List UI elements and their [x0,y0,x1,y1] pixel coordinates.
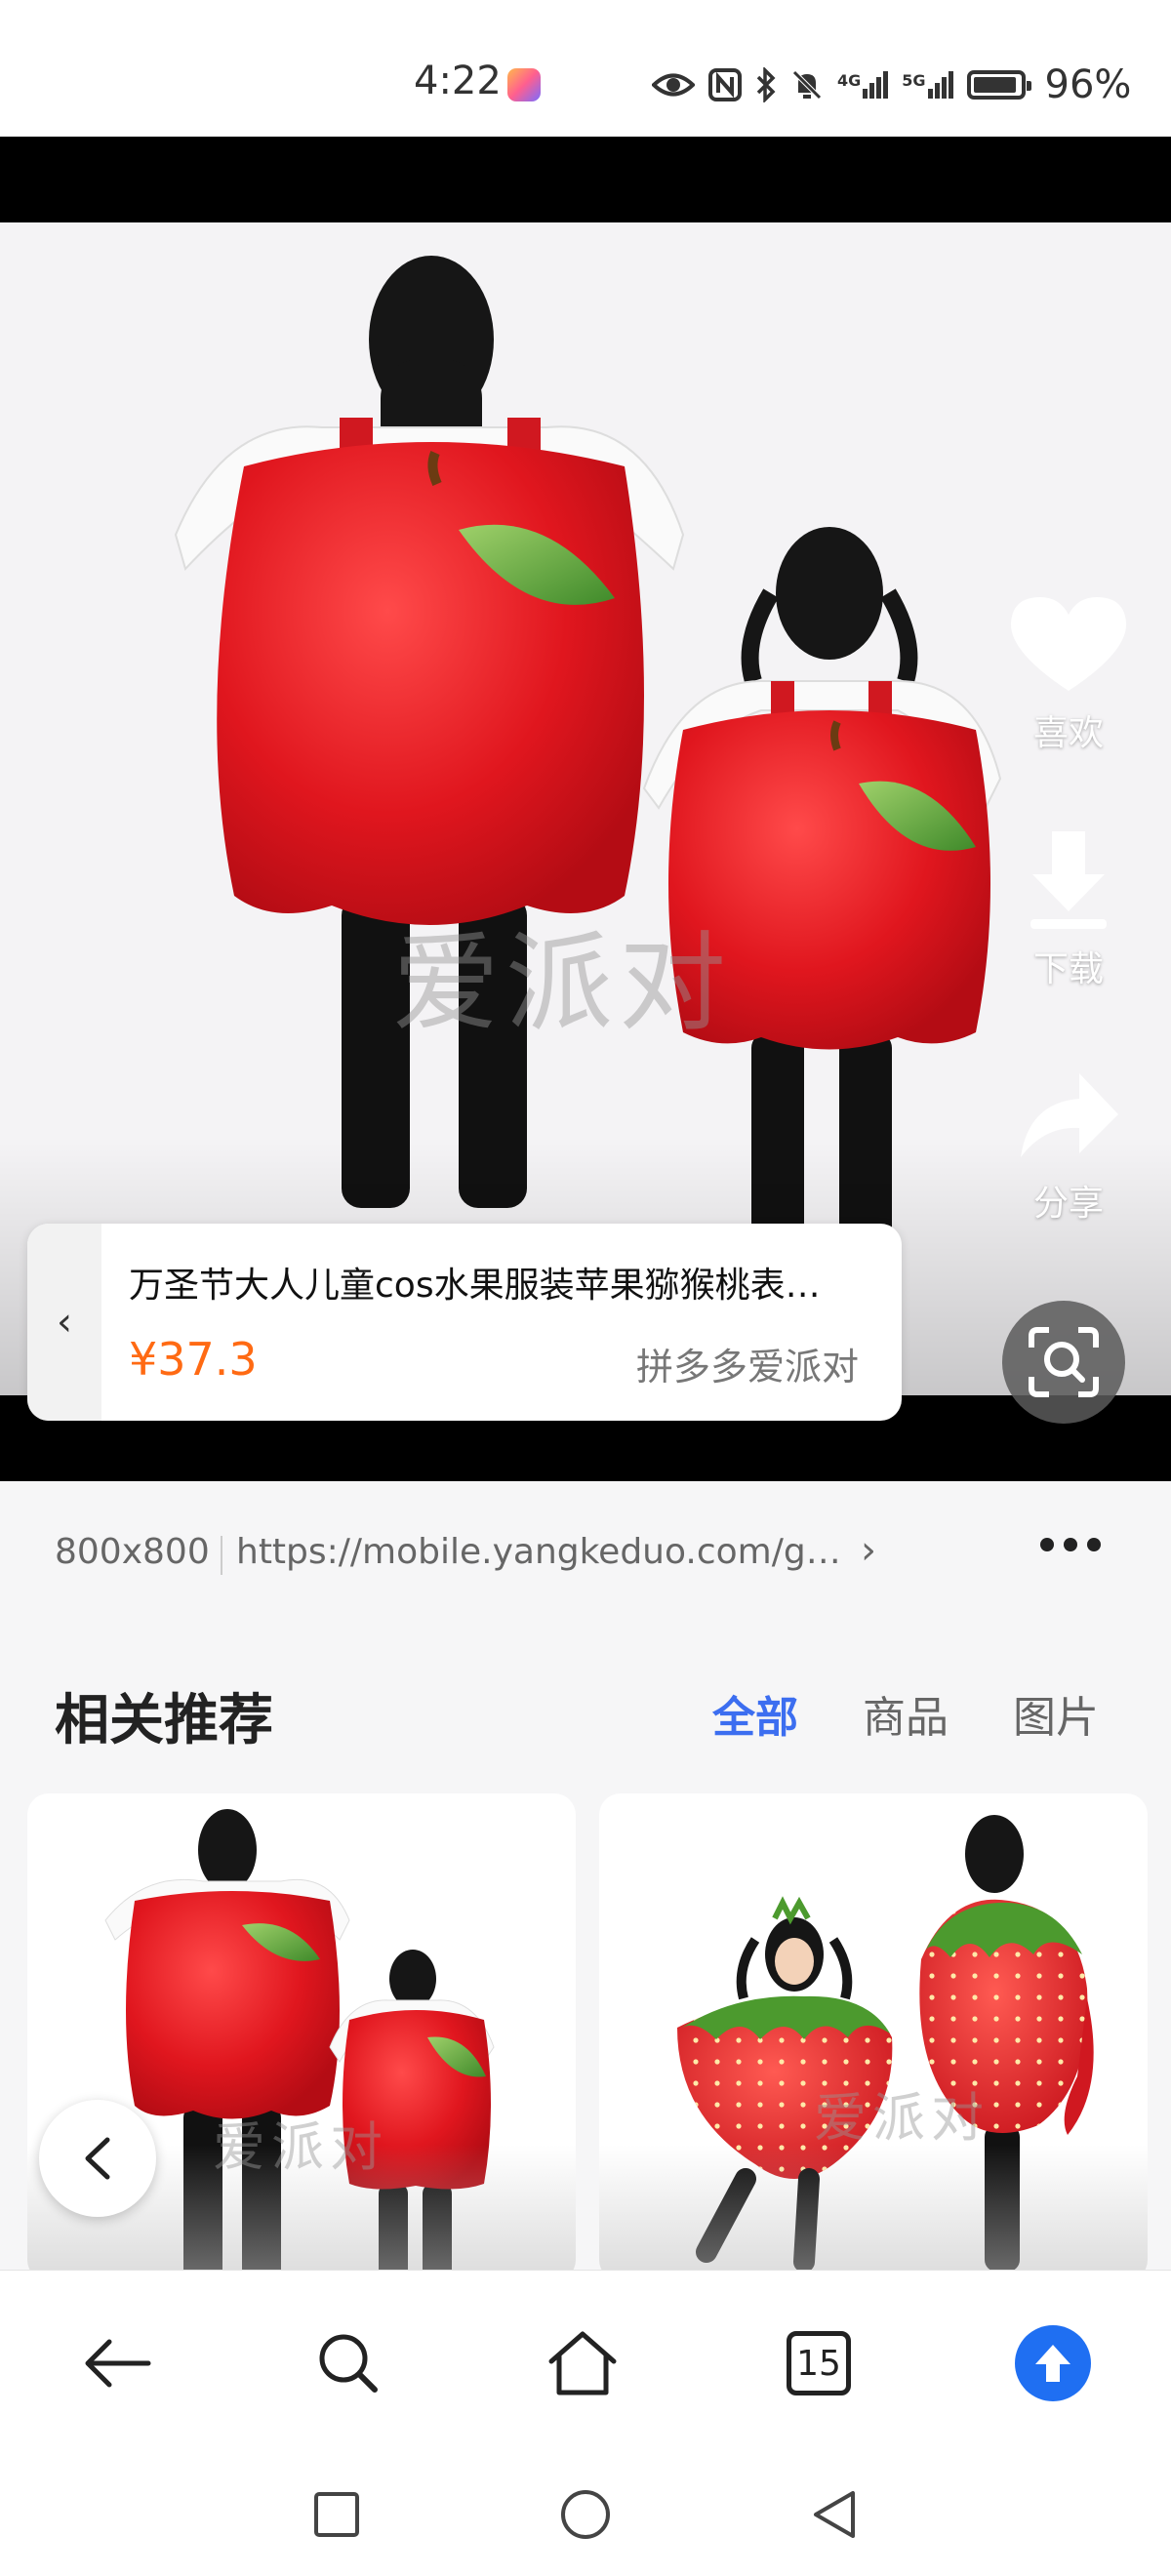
network-5g-label: 5G [902,71,926,90]
bluetooth-icon [756,67,776,102]
browser-toolbar: 15 [0,2270,1171,2451]
download-icon [1030,831,1107,929]
source-url-link[interactable]: https://mobile.yangkeduo.com/goods.html [236,1532,851,1572]
product-image[interactable]: 爱派对 喜欢 下载 分享 [0,222,1171,1395]
share-icon [1021,1073,1118,1157]
battery-percent: 96% [1044,62,1132,107]
download-button[interactable]: 下载 [1005,827,1132,991]
product-card-collapse[interactable]: ‹ [27,1224,101,1421]
letterbox-top [0,137,1171,222]
status-bar: 4:22 4G 5G 96% [0,0,1171,137]
product-shop: 拼多多爱派对 [635,1346,859,1389]
card-watermark: 爱派对 [814,2087,989,2149]
like-label: 喜欢 [1032,713,1104,753]
chevron-left-icon [85,2137,110,2180]
tab-count: 15 [796,2343,841,2384]
system-back-button[interactable] [800,2480,868,2549]
system-navigation-bar [0,2451,1171,2576]
tab-all[interactable]: 全部 [712,1682,798,1745]
back-arrow-icon [85,2339,151,2388]
browser-back-button[interactable] [72,2319,160,2407]
card-fade [599,2145,1148,2281]
browser-search-button[interactable] [304,2319,392,2407]
image-watermark: 爱派对 [392,921,732,1046]
recents-button[interactable] [303,2480,371,2549]
product-title: 万圣节大人儿童cos水果服装苹果猕猴桃表演服 [129,1266,851,1306]
browser-home-button[interactable] [539,2319,626,2407]
product-card[interactable]: ‹ 万圣节大人儿童cos水果服装苹果猕猴桃表演服 ¥37.3 拼多多爱派对 [27,1224,902,1421]
recommendation-card-strawberry[interactable]: 爱派对 [599,1793,1148,2281]
lens-search-icon [1029,1327,1099,1397]
status-time: 4:22 [414,59,502,103]
share-button[interactable]: 分享 [1005,1067,1132,1226]
signal-4g-icon: 4G [837,71,889,99]
signal-5g-icon: 5G [902,71,953,99]
image-dimensions: 800x800 [55,1532,210,1572]
search-icon [319,2334,378,2393]
tab-products[interactable]: 商品 [863,1682,949,1745]
home-circle-icon [561,2490,610,2539]
chevron-left-icon: ‹ [57,1300,72,1345]
battery-icon [966,70,1031,100]
like-button[interactable]: 喜欢 [1005,593,1132,755]
lens-search-button[interactable] [1002,1301,1125,1424]
section-title: 相关推荐 [55,1689,273,1752]
info-divider [221,1536,222,1575]
floating-back-button[interactable] [39,2100,156,2217]
system-home-button[interactable] [551,2480,620,2549]
back-triangle-icon [814,2491,855,2538]
related-recommendations: 相关推荐 全部 商品 图片 爱派对 [0,1628,1171,2281]
eye-icon [652,73,695,97]
heart-icon [1010,597,1127,691]
download-label: 下载 [1032,949,1104,989]
more-options-button[interactable] [1040,1538,1101,1551]
mute-bell-icon [792,70,822,100]
image-info-row: 800x800 https://mobile.yangkeduo.com/goo… [0,1481,1171,1628]
chevron-right-icon[interactable]: › [861,1528,876,1573]
status-icons: 4G 5G 96% [652,62,1131,107]
tab-images[interactable]: 图片 [1013,1682,1099,1745]
share-label: 分享 [1032,1184,1104,1224]
app-notification-icon [507,68,541,101]
browser-upload-button[interactable] [1009,2319,1097,2407]
recents-square-icon [314,2492,359,2537]
browser-tabs-button[interactable]: 15 [775,2319,863,2407]
upload-icon [1015,2325,1091,2401]
network-4g-label: 4G [837,71,862,90]
home-icon [548,2331,617,2395]
nfc-icon [708,68,742,101]
product-price: ¥37.3 [129,1333,258,1386]
recommendation-tabs: 全部 商品 图片 [712,1682,1099,1745]
tabs-icon: 15 [787,2331,851,2395]
